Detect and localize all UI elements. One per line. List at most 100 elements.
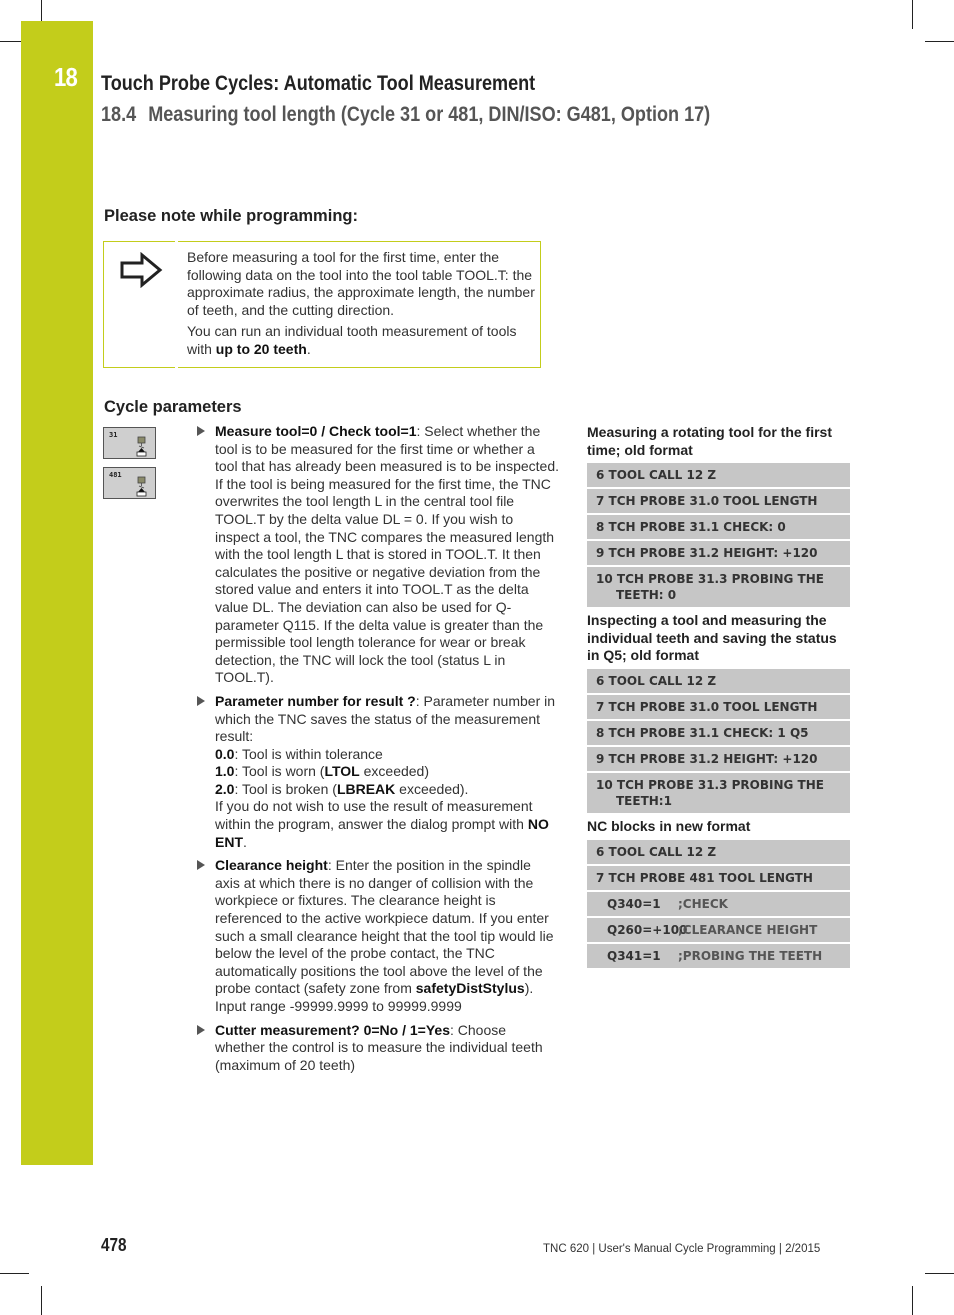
example-old-format-first: Measuring a rotating tool for the first … xyxy=(587,424,850,609)
section-title-text: Measuring tool length (Cycle 31 or 481, … xyxy=(148,103,711,126)
nc-block: 6 TOOL CALL 12 Z xyxy=(596,673,717,688)
nc-parameter: Q341=1 ;PROBING THE TEETH xyxy=(587,943,850,969)
section-title: 18.4 Measuring tool length (Cycle 31 or 4… xyxy=(101,103,710,127)
note-paragraph: You can run an individual tooth measurem… xyxy=(187,323,537,358)
result-code: 2.0 xyxy=(215,780,235,797)
result-text: : Tool is broken ( xyxy=(234,780,337,797)
nc-block: 7 TCH PROBE 481 TOOL LENGTH xyxy=(596,870,813,885)
parameter-description: : Enter the position in the spindle axis… xyxy=(215,857,554,997)
parameter-list: Measure tool=0 / Check tool=1: Select wh… xyxy=(197,423,559,1080)
chapter-sidebar xyxy=(21,21,93,1165)
crop-mark xyxy=(0,1273,29,1274)
q-comment: ;PROBING THE TEETH xyxy=(678,948,823,963)
footer-text: TNC 620 | User's Manual Cycle Programmin… xyxy=(543,1243,821,1255)
example-old-format-inspect: Inspecting a tool and measuring the indi… xyxy=(587,612,850,815)
nc-block: 10 TCH PROBE 31.3 PROBING THE TEETH:1 xyxy=(587,772,850,814)
nc-parameter: Q340=1 ;CHECK xyxy=(587,891,850,917)
parameter-name: Cutter measurement? 0=No / 1=Yes xyxy=(215,1021,450,1038)
parameter-item: Measure tool=0 / Check tool=1: Select wh… xyxy=(197,423,559,687)
q-comment: ;CHECK xyxy=(678,896,728,911)
result-code: 1.0 xyxy=(215,763,235,780)
crop-mark xyxy=(925,1273,954,1274)
bullet-triangle-icon xyxy=(197,695,205,706)
note-box: Before measuring a tool for the first ti… xyxy=(103,240,541,370)
nc-block-row: 10 TCH PROBE 31.3 PROBING THE TEETH: 0 xyxy=(587,566,850,608)
nc-block-main: 10 TCH PROBE 31.3 PROBING THE xyxy=(596,572,824,586)
crop-mark xyxy=(0,41,21,42)
note-text-span: . xyxy=(306,340,311,357)
nc-block-row: 7 TCH PROBE 481 TOOL LENGTH xyxy=(587,864,850,891)
parameter-item: Cutter measurement? 0=No / 1=Yes: Choose… xyxy=(197,1022,559,1075)
chapter-title: Touch Probe Cycles: Automatic Tool Measu… xyxy=(101,72,536,95)
chapter-number: 18 xyxy=(54,62,78,92)
parameter-keyword: safetyDistStylus xyxy=(415,980,525,997)
nc-block-continuation: TEETH: 0 xyxy=(616,588,677,602)
nc-block-row: 6 TOOL CALL 12 Z xyxy=(587,463,850,488)
crop-mark xyxy=(41,1286,42,1315)
nc-block-row: 10 TCH PROBE 31.3 PROBING THE TEETH:1 xyxy=(587,771,850,814)
q-comment: ;CLEARANCE HEIGHT xyxy=(678,922,818,937)
cycle-parameters-heading: Cycle parameters xyxy=(104,398,242,416)
bullet-triangle-icon xyxy=(197,1024,205,1035)
parameter-note-end: . xyxy=(243,833,247,850)
page-number: 478 xyxy=(101,1235,127,1255)
nc-block-row: 9 TCH PROBE 31.2 HEIGHT: +120 xyxy=(587,745,850,772)
q-parameter: Q340=1 xyxy=(607,896,661,911)
nc-block: 8 TCH PROBE 31.1 CHECK: 1 Q5 xyxy=(596,725,809,740)
result-keyword: LBREAK xyxy=(336,780,396,797)
nc-block: 9 TCH PROBE 31.2 HEIGHT: +120 xyxy=(596,751,818,766)
parameter-item: Parameter number for result ?: Parameter… xyxy=(197,693,559,851)
nc-block-row: 9 TCH PROBE 31.2 HEIGHT: +120 xyxy=(587,540,850,566)
bullet-triangle-icon xyxy=(197,426,205,436)
nc-block: 10 TCH PROBE 31.3 PROBING THE TEETH: 0 xyxy=(587,566,850,608)
nc-block-row: 8 TCH PROBE 31.1 CHECK: 0 xyxy=(587,514,850,540)
result-code: 0.0 xyxy=(215,745,235,762)
nc-block-main: 10 TCH PROBE 31.3 PROBING THE xyxy=(596,777,824,792)
result-text: exceeded). xyxy=(395,780,469,797)
cycle-label: 31 xyxy=(109,431,118,439)
result-text: : Tool is within tolerance xyxy=(234,745,383,762)
nc-block-row: 7 TCH PROBE 31.0 TOOL LENGTH xyxy=(587,693,850,720)
cycle-label: 481 xyxy=(109,471,122,479)
nc-block-row: 6 TOOL CALL 12 Z xyxy=(587,839,850,865)
example-new-format: NC blocks in new format 6 TOOL CALL 12 Z… xyxy=(587,818,850,970)
example-heading: NC blocks in new format xyxy=(587,818,751,834)
nc-block: 8 TCH PROBE 31.1 CHECK: 0 xyxy=(596,520,786,534)
nc-block: 7 TCH PROBE 31.0 TOOL LENGTH xyxy=(596,494,818,508)
parameter-name: Measure tool=0 / Check tool=1 xyxy=(215,423,417,439)
crop-mark xyxy=(912,0,913,29)
note-text: Before measuring a tool for the first ti… xyxy=(187,249,537,362)
nc-code-table: 6 TOOL CALL 12 Z 7 TCH PROBE 31.0 TOOL L… xyxy=(587,668,850,815)
nc-block-row: 6 TOOL CALL 12 Z xyxy=(587,668,850,694)
note-paragraph: Before measuring a tool for the first ti… xyxy=(187,249,535,318)
tool-probe-icon xyxy=(136,436,147,457)
parameter-description: : Select whether the tool is to be measu… xyxy=(215,423,559,686)
arrow-right-icon xyxy=(120,252,163,288)
nc-code-table: 6 TOOL CALL 12 Z 7 TCH PROBE 31.0 TOOL L… xyxy=(587,463,850,609)
cycle-31-softkey[interactable]: 31 xyxy=(103,427,156,459)
section-number: 18.4 xyxy=(101,103,137,126)
parameter-name: Clearance height xyxy=(215,857,328,874)
parameter-note: If you do not wish to use the result of … xyxy=(215,798,533,833)
nc-block: 7 TCH PROBE 31.0 TOOL LENGTH xyxy=(596,699,818,714)
nc-parameter: Q260=+100;CLEARANCE HEIGHT xyxy=(587,917,850,943)
q-parameter: Q260=+100 xyxy=(607,922,688,937)
nc-block-row: Q341=1 ;PROBING THE TEETH xyxy=(587,942,850,969)
nc-block: 6 TOOL CALL 12 Z xyxy=(596,844,717,859)
cycle-481-softkey[interactable]: 481 xyxy=(103,467,156,499)
result-text: exceeded) xyxy=(359,763,430,780)
example-heading: Inspecting a tool and measuring the indi… xyxy=(587,612,837,663)
nc-block-row: Q260=+100;CLEARANCE HEIGHT xyxy=(587,916,850,943)
example-heading: Measuring a rotating tool for the first … xyxy=(587,424,833,458)
note-divider xyxy=(175,240,178,370)
note-heading: Please note while programming: xyxy=(104,207,358,225)
nc-code-table: 6 TOOL CALL 12 Z 7 TCH PROBE 481 TOOL LE… xyxy=(587,839,850,970)
nc-block: 6 TOOL CALL 12 Z xyxy=(596,468,717,482)
nc-block-row: 7 TCH PROBE 31.0 TOOL LENGTH xyxy=(587,488,850,514)
bullet-triangle-icon xyxy=(197,860,205,871)
result-text: : Tool is worn ( xyxy=(234,763,325,780)
crop-mark xyxy=(912,1286,913,1315)
nc-block: 9 TCH PROBE 31.2 HEIGHT: +120 xyxy=(596,546,818,560)
nc-block-row: 8 TCH PROBE 31.1 CHECK: 1 Q5 xyxy=(587,719,850,746)
result-keyword: LTOL xyxy=(324,763,360,780)
